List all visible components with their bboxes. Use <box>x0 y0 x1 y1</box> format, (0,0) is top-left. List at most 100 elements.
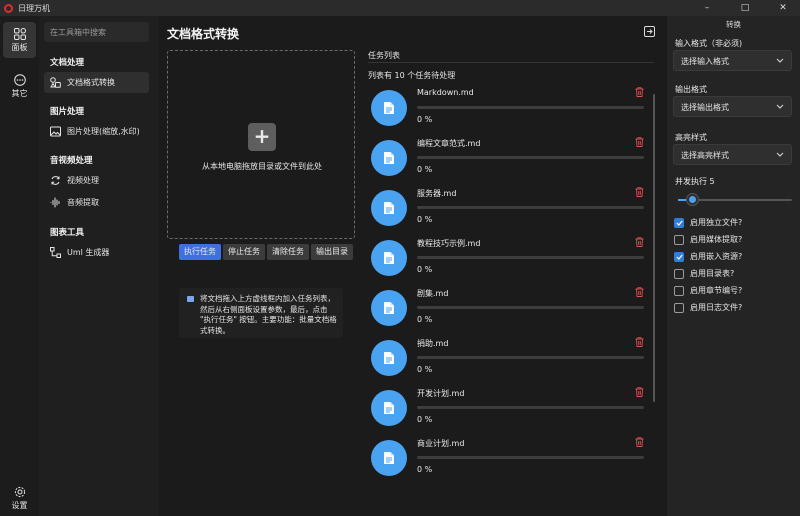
concurrency-label: 并发执行 5 <box>675 177 715 186</box>
option-section-numbers[interactable]: 启用章节编号? <box>674 285 742 296</box>
nav-rail: 面板 其它 设置 <box>0 16 39 516</box>
document-icon <box>371 90 407 126</box>
export-icon[interactable] <box>644 26 655 37</box>
scrollbar[interactable] <box>653 94 655 402</box>
task-list: Markdown.md 0 % 编程文章范式.md 0 % 服务器.md 0 %… <box>368 86 658 496</box>
option-standalone[interactable]: 启用独立文件? <box>674 217 742 228</box>
tool-item-label: 视频处理 <box>67 176 99 185</box>
document-icon <box>371 390 407 426</box>
output-format-select[interactable]: 选择输出格式 <box>673 96 792 117</box>
task-progress: 0 % <box>417 165 433 174</box>
delete-icon[interactable] <box>635 187 644 197</box>
info-icon <box>187 296 194 302</box>
rail-item-settings[interactable]: 设置 <box>3 480 36 516</box>
task-file-name: 教程技巧示例.md <box>417 239 481 248</box>
rail-item-panel[interactable]: 面板 <box>3 22 36 58</box>
image-icon <box>50 126 61 137</box>
divider <box>368 62 654 63</box>
delete-icon[interactable] <box>635 87 644 97</box>
progress-bar <box>417 106 644 109</box>
tool-item-uml[interactable]: Uml 生成器 <box>44 242 149 263</box>
checkbox[interactable] <box>674 234 684 245</box>
delete-icon[interactable] <box>635 287 644 297</box>
action-buttons: 执行任务 停止任务 清除任务 输出目录 <box>179 244 353 260</box>
highlight-value: 选择高亮样式 <box>681 151 729 160</box>
task-progress: 0 % <box>417 215 433 224</box>
input-format-label: 输入格式（非必须) <box>675 39 743 48</box>
stop-task-button[interactable]: 停止任务 <box>223 244 265 260</box>
option-embed-resources[interactable]: 启用嵌入资源? <box>674 251 742 262</box>
input-format-value: 选择输入格式 <box>681 57 729 66</box>
delete-icon[interactable] <box>635 387 644 397</box>
task-file-name: 剧集.md <box>417 289 449 298</box>
task-file-name: 服务器.md <box>417 189 457 198</box>
tool-item-image[interactable]: 图片处理(缩放,水印) <box>44 121 149 142</box>
task-file-name: 开发计划.md <box>417 389 465 398</box>
task-item: 商业计划.md 0 % <box>368 436 654 484</box>
check-icon <box>675 220 683 226</box>
delete-icon[interactable] <box>635 237 644 247</box>
delete-icon[interactable] <box>635 137 644 147</box>
checkbox[interactable] <box>674 251 684 262</box>
group-title-images: 图片处理 <box>50 107 85 117</box>
tool-item-video[interactable]: 视频处理 <box>44 170 149 191</box>
document-icon <box>371 440 407 476</box>
tool-item-label: 文档格式转换 <box>67 78 115 87</box>
run-task-button[interactable]: 执行任务 <box>179 244 221 260</box>
diagram-icon <box>50 247 61 258</box>
rail-item-other[interactable]: 其它 <box>3 68 36 104</box>
clear-task-button[interactable]: 清除任务 <box>267 244 309 260</box>
output-dir-button[interactable]: 输出目录 <box>311 244 353 260</box>
rail-label-other: 其它 <box>11 88 28 98</box>
option-toc[interactable]: 启用目录表? <box>674 268 734 279</box>
progress-bar <box>417 156 644 159</box>
close-button[interactable]: ✕ <box>768 0 798 16</box>
option-label: 启用章节编号? <box>690 286 743 295</box>
checkbox[interactable] <box>674 285 684 296</box>
option-log-file[interactable]: 启用日志文件? <box>674 302 742 313</box>
output-format-label: 输出格式 <box>675 85 707 94</box>
checkbox[interactable] <box>674 268 684 279</box>
minimize-button[interactable]: – <box>692 0 722 16</box>
tool-item-label: 音频提取 <box>67 198 99 207</box>
task-item: 开发计划.md 0 % <box>368 386 654 434</box>
document-icon <box>371 240 407 276</box>
add-icon[interactable]: + <box>248 123 276 151</box>
more-icon <box>13 73 26 86</box>
output-format-value: 选择输出格式 <box>681 103 729 112</box>
highlight-label: 高亮样式 <box>675 133 707 142</box>
drop-zone-text: 从本地电脑拖放目录或文件到此处 <box>202 162 322 171</box>
gear-icon <box>14 486 25 497</box>
drop-zone[interactable]: + 从本地电脑拖放目录或文件到此处 <box>167 50 355 239</box>
refresh-icon <box>51 176 60 185</box>
task-item: 剧集.md 0 % <box>368 286 654 334</box>
group-title-charts: 图表工具 <box>50 228 85 238</box>
search-input[interactable]: 在工具箱中搜索 <box>44 22 149 42</box>
task-item: Markdown.md 0 % <box>368 86 654 134</box>
input-format-select[interactable]: 选择输入格式 <box>673 50 792 71</box>
delete-icon[interactable] <box>635 437 644 447</box>
task-progress: 0 % <box>417 115 433 124</box>
option-label: 启用媒体提取? <box>690 235 743 244</box>
concurrency-slider-handle[interactable] <box>687 194 698 205</box>
main-area: 文档格式转换 + 从本地电脑拖放目录或文件到此处 执行任务 停止任务 清除任务 … <box>159 16 667 516</box>
checkbox[interactable] <box>674 302 684 313</box>
option-extract-media[interactable]: 启用媒体提取? <box>674 234 742 245</box>
option-label: 启用嵌入资源? <box>690 252 743 261</box>
group-title-media: 音视频处理 <box>50 156 93 166</box>
task-file-name: Markdown.md <box>417 88 474 97</box>
rail-label-panel: 面板 <box>11 42 28 52</box>
tool-item-audio[interactable]: 音频提取 <box>44 192 149 213</box>
maximize-button[interactable]: □ <box>730 0 760 16</box>
option-label: 启用目录表? <box>690 269 735 278</box>
checkbox[interactable] <box>674 217 684 228</box>
highlight-select[interactable]: 选择高亮样式 <box>673 144 792 165</box>
page-title: 文档格式转换 <box>167 27 240 41</box>
tool-item-doc-convert[interactable]: 文档格式转换 <box>44 72 149 93</box>
rail-label-settings: 设置 <box>11 500 28 510</box>
progress-bar <box>417 256 644 259</box>
task-item: 服务器.md 0 % <box>368 186 654 234</box>
task-item: 捐助.md 0 % <box>368 336 654 384</box>
tool-item-label: Uml 生成器 <box>67 248 110 257</box>
delete-icon[interactable] <box>635 337 644 347</box>
